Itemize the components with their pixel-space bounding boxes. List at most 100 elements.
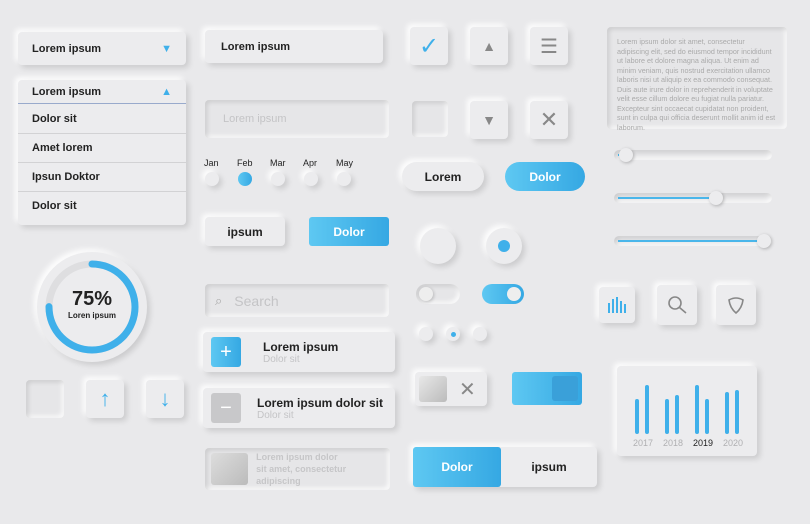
slider[interactable] <box>614 148 772 162</box>
dropdown-item[interactable]: Dolor sit <box>18 104 186 133</box>
month-label: Mar <box>270 158 286 168</box>
pill-lorem[interactable]: Lorem <box>402 162 484 191</box>
bar-chart-icon <box>608 297 626 313</box>
text-block: Lorem ipsum dolor sit amet, consectetur … <box>607 27 787 132</box>
month-selector: Jan Feb Mar Apr May <box>202 158 362 188</box>
pill-label: Dolor <box>529 169 561 184</box>
list-subtitle: Dolor sit <box>263 353 300 365</box>
progress-caption: Loren ipsum <box>67 311 116 320</box>
dropdown-item[interactable]: Amet lorem <box>18 133 186 162</box>
segment-dolor[interactable]: Dolor <box>413 447 501 487</box>
radio-off[interactable] <box>420 228 456 264</box>
month-dot[interactable] <box>271 172 285 186</box>
small-radio-selected[interactable] <box>446 327 460 341</box>
month-dot[interactable] <box>337 172 351 186</box>
blue-slide-button[interactable] <box>512 372 582 405</box>
shield-icon <box>728 297 744 315</box>
progress-value: 75% <box>71 288 113 310</box>
shield-button[interactable] <box>716 285 756 325</box>
list-item[interactable]: − Lorem ipsum dolor sit Dolor sit <box>203 388 395 428</box>
bar <box>725 392 729 434</box>
list-item[interactable]: + Lorem ipsum Dolor sit <box>203 332 395 372</box>
radio-on[interactable] <box>486 228 522 264</box>
caret-down-icon: ▼ <box>161 42 172 55</box>
segment-ipsum[interactable]: ipsum <box>501 460 597 474</box>
year-label: 2020 <box>723 438 744 448</box>
hamburger-icon: ☰ <box>540 35 558 58</box>
field-value: Lorem ipsum <box>221 40 291 53</box>
month-dot[interactable] <box>205 172 219 186</box>
empty-square[interactable] <box>412 101 448 137</box>
slider-knob[interactable] <box>618 148 633 162</box>
card-line: sit amet, consectetur adipiscing <box>256 464 347 486</box>
check-button[interactable]: ✓ <box>410 27 448 65</box>
text-field-empty[interactable]: Lorem ipsum <box>205 100 389 138</box>
slider-knob[interactable] <box>708 191 723 205</box>
close-icon[interactable]: ✕ <box>459 377 476 402</box>
triangle-up-icon: ▲ <box>482 38 496 54</box>
bar <box>665 399 669 434</box>
segment-label: ipsum <box>531 460 567 474</box>
bar <box>705 399 709 434</box>
pill-dolor[interactable]: Dolor <box>505 162 585 191</box>
list-subtitle: Dolor sit <box>257 409 294 421</box>
slider-fill <box>618 240 764 242</box>
month-dot[interactable] <box>238 172 252 186</box>
chart-button[interactable] <box>599 287 635 323</box>
info-card[interactable]: Lorem ipsum dolor sit amet, consectetur a… <box>205 448 390 490</box>
arrow-down-icon: ↓ <box>159 386 171 411</box>
search-icon: ⌕ <box>215 292 223 308</box>
menu-button[interactable]: ☰ <box>530 27 568 65</box>
button-label: ipsum <box>227 224 263 239</box>
bar <box>675 394 679 434</box>
slider[interactable] <box>614 191 772 205</box>
month-label: Jan <box>204 158 219 168</box>
year-label: 2019 <box>693 438 714 448</box>
year-label: 2018 <box>663 438 684 448</box>
toggle-on[interactable] <box>482 284 524 304</box>
small-radio[interactable] <box>419 327 433 341</box>
search-placeholder: Search <box>234 292 279 309</box>
triangle-down-icon: ▼ <box>482 112 496 128</box>
small-radio[interactable] <box>473 327 487 341</box>
close-button[interactable]: ✕ <box>530 101 568 139</box>
check-icon: ✓ <box>418 32 440 60</box>
pill-label: Lorem <box>424 169 462 184</box>
ipsum-button[interactable]: ipsum <box>205 217 285 246</box>
month-dot[interactable] <box>304 172 318 186</box>
search-input[interactable]: ⌕ Search <box>205 284 389 317</box>
arrow-up-icon: ↑ <box>99 386 111 411</box>
triangle-down-button[interactable]: ▼ <box>470 101 508 139</box>
image-placeholder <box>211 453 249 485</box>
month-label: Feb <box>237 158 253 168</box>
bar <box>635 399 639 434</box>
minus-icon[interactable]: − <box>211 393 241 423</box>
list-title: Lorem ipsum dolor sit <box>257 395 384 410</box>
arrow-up-button[interactable]: ↑ <box>86 380 124 418</box>
bar <box>695 384 699 434</box>
segment-label: Dolor <box>441 460 473 474</box>
search-button[interactable] <box>657 285 697 325</box>
search-icon <box>668 296 687 314</box>
button-label: Dolor <box>333 224 365 239</box>
dropdown-closed[interactable]: Lorem ipsum ▼ <box>18 32 186 65</box>
month-label: May <box>336 158 354 168</box>
empty-square[interactable] <box>26 380 64 418</box>
dropdown-item[interactable]: Ipsun Doktor <box>18 162 186 191</box>
arrow-down-button[interactable]: ↓ <box>146 380 184 418</box>
triangle-up-button[interactable]: ▲ <box>470 27 508 65</box>
caret-up-icon: ▲ <box>161 85 172 98</box>
bar <box>735 389 739 434</box>
plus-icon[interactable]: + <box>211 337 241 367</box>
image-close-card[interactable]: ✕ <box>415 372 487 406</box>
toggle-off[interactable] <box>416 284 460 304</box>
dropdown-item[interactable]: Dolor sit <box>18 191 186 220</box>
slider[interactable] <box>614 234 772 248</box>
progress-ring: 75% Loren ipsum <box>37 252 147 362</box>
slider-knob[interactable] <box>756 234 771 248</box>
dropdown-value: Lorem ipsum <box>32 85 102 98</box>
dropdown-open[interactable]: Lorem ipsum ▲ Dolor sit Amet lorem Ipsun… <box>18 80 186 225</box>
dolor-button[interactable]: Dolor <box>309 217 389 246</box>
segmented-control[interactable]: Dolor ipsum <box>413 447 597 487</box>
text-field[interactable]: Lorem ipsum <box>205 30 383 63</box>
